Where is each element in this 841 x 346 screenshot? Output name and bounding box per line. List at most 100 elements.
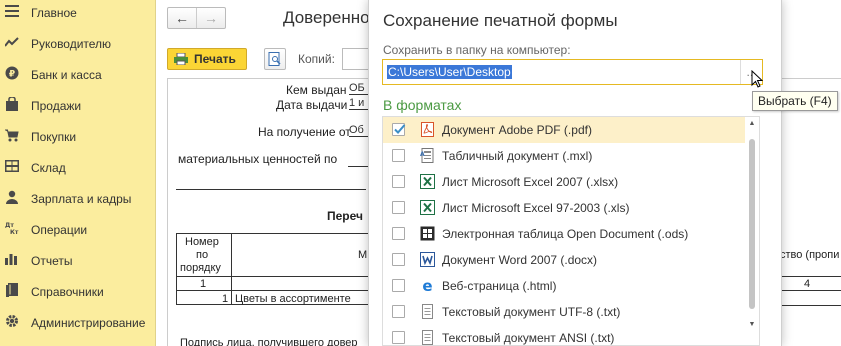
format-row[interactable]: Документ Adobe PDF (.pdf) [383, 117, 747, 143]
format-row[interactable]: Текстовый документ UTF-8 (.txt) [383, 299, 747, 325]
issued-label: Кем выдан [286, 83, 347, 97]
date-label: Дата выдачи [276, 98, 348, 112]
browse-tooltip: Выбрать (F4) [752, 91, 838, 111]
dialog-title: Сохранение печатной формы [383, 11, 618, 30]
col-number-line1: Номер [185, 236, 219, 248]
row1-number: 1 [222, 293, 229, 305]
format-row[interactable]: e Веб-страница (.html) [383, 273, 747, 299]
menu-icon [5, 4, 19, 18]
ods-icon [420, 226, 435, 241]
format-row[interactable]: Лист Microsoft Excel 97-2003 (.xls) [383, 195, 747, 221]
format-label: Лист Microsoft Excel 97-2003 (.xls) [442, 201, 630, 215]
separator-line [176, 189, 366, 190]
format-checkbox[interactable] [392, 149, 405, 162]
sidebar-item-label: Отчеты [31, 253, 73, 268]
sidebar-item-label: Администрирование [31, 315, 146, 330]
signature-text: Подпись лица, получившего довер [180, 337, 358, 346]
formats-list: Текстовый документ ANSI (.txt) Текстовый … [382, 116, 760, 346]
bag-icon [5, 97, 19, 111]
sidebar-item-10[interactable]: Администрирование [0, 307, 156, 338]
sidebar-item-9[interactable]: Справочники [0, 276, 156, 307]
back-button[interactable]: ← [168, 8, 196, 28]
forward-button[interactable]: → [196, 8, 225, 28]
col-index-4: 4 [804, 278, 811, 290]
format-checkbox[interactable] [392, 279, 405, 292]
sidebar-item-5[interactable]: Склад [0, 152, 156, 183]
sidebar-item-0[interactable]: Главное [0, 0, 156, 28]
sidebar-item-label: Продажи [31, 98, 82, 113]
table-row-divider-2 [176, 290, 376, 291]
pdf-icon [420, 122, 435, 137]
html-icon: e [420, 277, 435, 295]
material-underline [348, 166, 368, 167]
excel-icon [420, 200, 435, 215]
format-label: Электронная таблица Open Document (.ods) [442, 227, 689, 241]
folder-path-input[interactable]: C:\Users\User\Desktop ... [382, 59, 763, 85]
format-row[interactable]: Текстовый документ ANSI (.txt) [383, 325, 747, 345]
receive-label: На получение от [258, 125, 351, 139]
preview-button[interactable] [264, 48, 286, 70]
sidebar-item-label: Банк и касса [31, 67, 102, 82]
mouse-cursor-icon [751, 70, 763, 88]
sidebar-item-7[interactable]: Дт Кт Операции [0, 214, 156, 245]
sidebar-item-label: Склад [31, 160, 66, 175]
table-row-divider-1 [176, 276, 376, 277]
format-label: Текстовый документ UTF-8 (.txt) [442, 305, 621, 319]
svg-text:A: A [420, 151, 425, 158]
format-label: Документ Adobe PDF (.pdf) [442, 123, 592, 137]
format-label: Веб-страница (.html) [442, 279, 557, 293]
sidebar-item-label: Руководителю [31, 36, 112, 51]
copies-label: Копий: [298, 52, 335, 66]
scroll-down-icon[interactable]: ▼ [748, 321, 756, 328]
format-row[interactable]: Электронная таблица Open Document (.ods) [383, 221, 747, 247]
scroll-thumb[interactable] [749, 139, 755, 309]
warehouse-icon [5, 159, 19, 173]
row1-name: Цветы в ассортименте [235, 293, 351, 305]
formats-scrollbar[interactable]: ▲ ▼ [745, 117, 759, 345]
sidebar-item-4[interactable]: Покупки [0, 121, 156, 152]
format-row[interactable]: A Табличный документ (.mxl) [383, 143, 747, 169]
print-label: Печать [194, 52, 236, 66]
format-checkbox[interactable] [392, 201, 405, 214]
svg-text:Кт: Кт [10, 229, 19, 235]
preview-icon [268, 52, 281, 66]
format-checkbox[interactable] [392, 123, 406, 136]
save-print-form-dialog: Сохранение печатной формы Сохранить в па… [368, 0, 782, 346]
format-row[interactable]: Лист Microsoft Excel 2007 (.xlsx) [383, 169, 747, 195]
list-heading: Переч [327, 209, 363, 223]
folder-label: Сохранить в папку на компьютер: [383, 43, 571, 57]
dt-kt-icon: Дт Кт [5, 221, 19, 235]
formats-heading: В форматах [383, 97, 462, 113]
print-button[interactable]: Печать [167, 48, 247, 70]
nav-buttons: ← → [167, 7, 226, 29]
format-label: Табличный документ (.mxl) [442, 149, 593, 163]
txt-icon [420, 304, 435, 319]
sidebar: Главное Руководителю ₽ Банк и касса Продажи П… [0, 0, 156, 346]
trend-icon [5, 35, 19, 49]
coin-icon: ₽ [5, 66, 19, 80]
book-icon [5, 283, 19, 297]
sidebar-item-3[interactable]: Продажи [0, 90, 156, 121]
format-checkbox[interactable] [392, 227, 405, 240]
table-col-divider [231, 233, 232, 305]
sidebar-item-label: Покупки [31, 129, 77, 144]
col-number-line3: порядку [180, 262, 221, 274]
scroll-up-icon[interactable]: ▲ [748, 120, 756, 127]
format-label: Документ Word 2007 (.docx) [442, 253, 598, 267]
svg-text:Дт: Дт [5, 222, 14, 229]
sidebar-item-2[interactable]: ₽ Банк и касса [0, 59, 156, 90]
format-checkbox[interactable] [392, 253, 405, 266]
format-row[interactable]: Документ Word 2007 (.docx) [383, 247, 747, 273]
format-checkbox[interactable] [392, 331, 405, 344]
svg-text:e: e [422, 278, 432, 293]
sidebar-item-6[interactable]: Зарплата и кадры [0, 183, 156, 214]
sidebar-item-8[interactable]: Отчеты [0, 245, 156, 276]
format-checkbox[interactable] [392, 175, 405, 188]
table-right-row-divider-3 [774, 305, 841, 306]
sidebar-item-label: Операции [31, 222, 88, 237]
format-checkbox[interactable] [392, 305, 405, 318]
mxl-icon: A [420, 148, 435, 163]
sidebar-item-1[interactable]: Руководителю [0, 28, 156, 59]
col-qty-header: ство (пропи [780, 249, 840, 261]
sidebar-item-label: Справочники [31, 284, 104, 299]
